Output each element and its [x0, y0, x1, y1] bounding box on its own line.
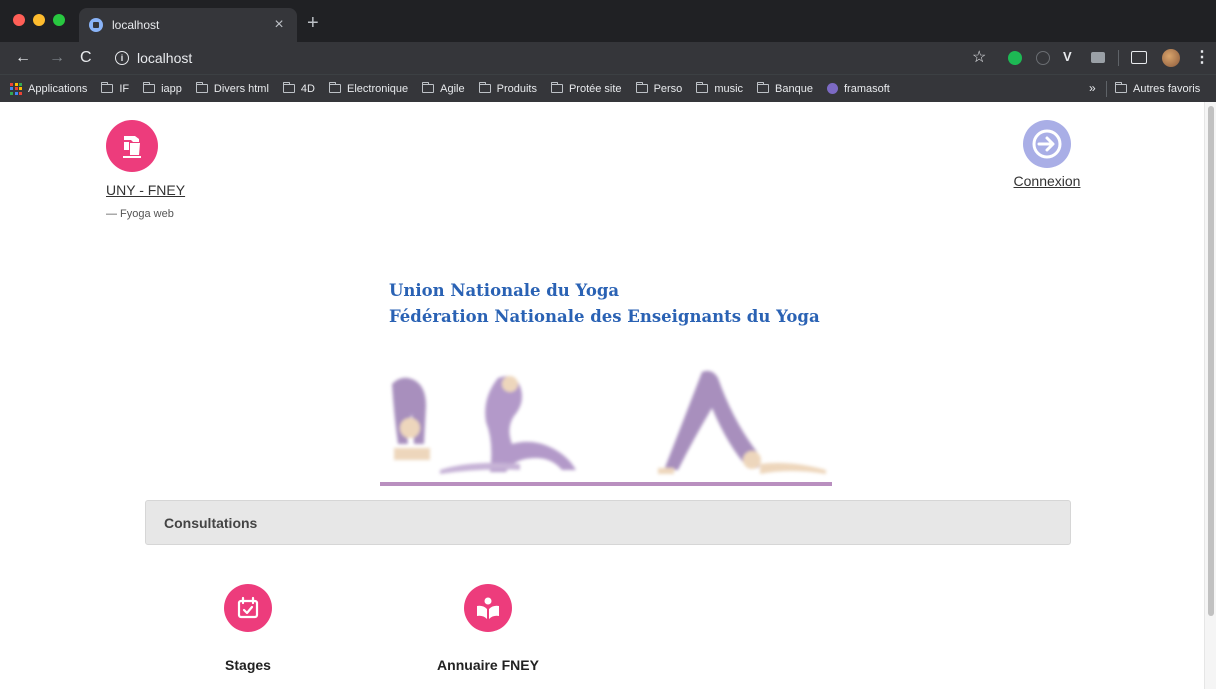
yoga-poses-illustration: [380, 370, 832, 486]
bookmark-4d[interactable]: 4D: [282, 82, 315, 95]
close-window-button[interactable]: [13, 14, 25, 26]
bookmark-produits[interactable]: Produits: [478, 82, 537, 95]
panel-title: Consultations: [164, 514, 258, 531]
minimize-window-button[interactable]: [33, 14, 45, 26]
bookmark-electronique[interactable]: Electronique: [328, 82, 409, 95]
open-book-icon[interactable]: [464, 584, 512, 632]
bookmark-label: Applications: [28, 82, 88, 95]
bookmark-banque[interactable]: Banque: [757, 82, 813, 95]
banner-line-1: Union Nationale du Yoga: [389, 281, 620, 300]
new-tab-button[interactable]: +: [307, 12, 319, 34]
folder-icon: [195, 82, 208, 93]
bookmark-star-icon[interactable]: ☆: [972, 47, 986, 67]
address-bar[interactable]: i localhost: [102, 45, 1002, 71]
extension-green-icon[interactable]: [1008, 51, 1022, 65]
consultations-panel-header: Consultations: [145, 500, 1071, 545]
folder-icon: [282, 82, 295, 93]
folder-icon: [757, 82, 770, 93]
folder-icon: [101, 82, 114, 93]
folder-icon: [550, 82, 563, 93]
site-info-icon[interactable]: i: [115, 51, 129, 65]
bookmark-other-favorites[interactable]: Autres favoris: [1115, 75, 1200, 102]
bookmark-music[interactable]: music: [696, 82, 744, 95]
folder-icon: [635, 82, 648, 93]
bookmark-applications[interactable]: Applications: [10, 82, 88, 95]
cast-icon[interactable]: [1131, 51, 1147, 64]
bookmark-perso[interactable]: Perso: [635, 82, 683, 95]
profile-avatar[interactable]: [1162, 49, 1180, 67]
bookmark-label: music: [714, 82, 744, 95]
tile-stages[interactable]: Stages: [168, 584, 328, 673]
bookmark-label: Divers html: [213, 82, 269, 95]
bookmark-label: IF: [119, 82, 130, 95]
kebab-menu-icon[interactable]: ⋮: [1194, 47, 1210, 67]
browser-toolbar: ← → C i localhost ☆ V ⋮: [0, 42, 1216, 74]
browser-tab-active[interactable]: localhost ×: [79, 8, 297, 42]
brand-home-link[interactable]: UNY - FNEY: [106, 182, 185, 198]
bookmarks-overflow-button[interactable]: »: [1089, 81, 1096, 95]
bookmark-divers-html[interactable]: Divers html: [195, 82, 269, 95]
bookmark-label: iapp: [161, 82, 182, 95]
bookmark-label: Electronique: [346, 82, 409, 95]
extension-chat-icon[interactable]: [1091, 52, 1105, 63]
page-content: UNY - FNEY — Fyoga web Connexion Union N…: [0, 102, 1216, 689]
folder-icon: [328, 82, 341, 93]
forward-arrow-icon[interactable]: →: [49, 48, 65, 68]
bookmark-agile[interactable]: Agile: [422, 82, 465, 95]
brand-block: UNY - FNEY — Fyoga web: [106, 120, 185, 220]
bookmark-protee-site[interactable]: Protée site: [550, 82, 622, 95]
bookmark-label: Autres favoris: [1133, 82, 1201, 95]
federation-banner: Union Nationale du Yoga Fédération Natio…: [380, 278, 835, 488]
calendar-check-icon[interactable]: [224, 584, 272, 632]
tab-title: localhost: [112, 18, 160, 32]
bookmark-label: framasoft: [843, 82, 890, 95]
shield-icon: [826, 83, 838, 94]
tile-stages-label[interactable]: Stages: [168, 657, 328, 673]
banner-line-2: Fédération Nationale des Enseignants du …: [389, 307, 820, 326]
tile-annuaire-fney[interactable]: Annuaire FNEY: [408, 584, 568, 673]
bookmarks-bar: Applications IF iapp Divers html 4D Elec…: [0, 74, 1216, 102]
bookmarks-divider: [1106, 81, 1107, 97]
folder-icon: [696, 82, 709, 93]
back-arrow-icon[interactable]: ←: [15, 48, 31, 68]
bookmark-if[interactable]: IF: [101, 82, 130, 95]
folder-icon: [478, 82, 491, 93]
toolbar-divider: [1118, 50, 1119, 66]
bookmark-label: 4D: [300, 82, 315, 95]
folder-icon: [143, 82, 156, 93]
bookmark-label: Agile: [440, 82, 465, 95]
bookmark-iapp[interactable]: iapp: [143, 82, 182, 95]
bookmark-label: Banque: [775, 82, 813, 95]
tile-annuaire-label[interactable]: Annuaire FNEY: [408, 657, 568, 673]
bookmark-label: Perso: [653, 82, 683, 95]
yoga-logo-icon[interactable]: [106, 120, 158, 172]
login-arrow-icon[interactable]: [1023, 120, 1071, 168]
browser-tab-strip: localhost × +: [0, 0, 1216, 42]
scrollbar-thumb[interactable]: [1208, 106, 1214, 616]
folder-icon: [1115, 82, 1127, 93]
page-scrollbar[interactable]: [1204, 102, 1216, 689]
bookmark-label: Protée site: [568, 82, 622, 95]
extension-info-icon[interactable]: [1036, 51, 1050, 65]
brand-tagline: — Fyoga web: [106, 208, 174, 220]
bookmark-framasoft[interactable]: framasoft: [826, 82, 890, 95]
address-bar-url[interactable]: localhost: [137, 50, 192, 66]
tab-favicon-icon: [89, 18, 103, 32]
folder-icon: [422, 82, 435, 93]
bookmark-label: Produits: [496, 82, 537, 95]
apps-grid-icon: [10, 82, 22, 95]
reload-icon[interactable]: C: [80, 48, 92, 68]
login-block: Connexion: [1012, 120, 1082, 189]
extension-v-icon[interactable]: V: [1063, 49, 1072, 64]
login-link[interactable]: Connexion: [1012, 173, 1082, 189]
tab-close-icon[interactable]: ×: [271, 16, 287, 34]
maximize-window-button[interactable]: [53, 14, 65, 26]
